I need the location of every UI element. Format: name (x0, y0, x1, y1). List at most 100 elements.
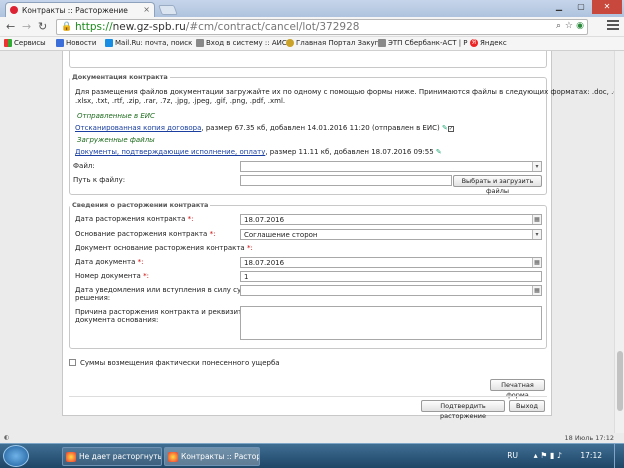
sent-files-heading: Отправленные в ЕИС (77, 112, 155, 120)
notification-date-label-line2: решения: (75, 294, 111, 302)
page-scrollbar[interactable] (614, 51, 624, 433)
loading-indicator-icon: ◐ (4, 434, 10, 441)
chrome-icon (168, 452, 178, 462)
reason-label-line1: Причина расторжения контракта и реквизит… (75, 308, 248, 316)
url-host: new.gz-spb.ru (112, 21, 186, 33)
damages-checkbox[interactable] (69, 359, 76, 366)
address-bar[interactable]: 🔒 https://new.gz-spb.ru/#cm/contract/can… (56, 19, 588, 35)
language-indicator[interactable]: RU (507, 451, 518, 460)
section-title: Документация контракта (72, 73, 168, 81)
forward-arrow-icon[interactable]: → (22, 20, 31, 33)
tab-title: Контракты :: Расторжение (22, 6, 128, 15)
extension-icon[interactable]: ◉ (576, 21, 584, 31)
file-label: Файл: (73, 162, 95, 170)
yandex-icon: Я (470, 39, 478, 47)
file-path-input[interactable] (240, 175, 452, 186)
show-desktop-button[interactable] (614, 444, 624, 468)
path-label: Путь к файлу: (73, 176, 126, 184)
page-icon (378, 39, 386, 47)
tab-close-icon[interactable]: × (143, 5, 150, 14)
url-path: /#cm/contract/cancel/lot/372928 (185, 21, 360, 33)
new-tab-button[interactable] (158, 5, 178, 15)
url-scheme: https:// (75, 21, 113, 33)
print-form-button[interactable]: Печатная форма (490, 379, 545, 399)
divider (69, 396, 547, 397)
bookmark-services[interactable]: Сервисы (4, 39, 46, 47)
bookmark-portal[interactable]: Главная Портал Закуп (286, 39, 379, 47)
minimize-icon[interactable]: ▁ (548, 0, 570, 14)
file-select[interactable]: ▾ (240, 161, 542, 172)
back-arrow-icon[interactable]: ← (6, 20, 15, 33)
document-number-label: Номер документа *: (75, 272, 149, 280)
chevron-down-icon[interactable]: ▾ (532, 230, 541, 239)
bookmark-news[interactable]: Новости (56, 39, 96, 47)
sent-check-icon: ✓ (447, 126, 454, 132)
reason-label-line2: документа основания: (75, 316, 159, 324)
bookmark-sberbank[interactable]: ЭТП Сбербанк-АСТ | Р (378, 39, 468, 47)
status-datetime: 18 Июль 17:12 (564, 434, 614, 442)
uploaded-file-link[interactable]: Документы, подтверждающие исполнение, оп… (75, 148, 265, 156)
cancel-date-label: Дата расторжения контракта *: (75, 215, 194, 223)
reload-icon[interactable]: ↻ (38, 20, 47, 33)
upload-files-button[interactable]: Выбрать и загрузить файлы (453, 175, 542, 195)
zoom-icon[interactable]: ⌕ (556, 21, 561, 31)
basis-document-label: Документ основание расторжения контракта… (75, 244, 253, 252)
lock-icon: 🔒 (61, 22, 73, 32)
calendar-icon[interactable]: ▦ (532, 286, 541, 295)
document-date-input[interactable]: 18.07.2016 ▦ (240, 257, 542, 268)
start-button[interactable] (3, 445, 29, 467)
bookmark-ais[interactable]: Вход в систему :: АИС (196, 39, 287, 47)
windows-taskbar: Не дает расторгнуть... Контракты :: Раст… (0, 443, 624, 468)
exit-button[interactable]: Выход (509, 400, 545, 412)
browser-tab-bar: Контракты :: Расторжение × ▁ ▢ ✕ (0, 0, 624, 17)
browser-toolbar: ← → ↻ 🔒 https://new.gz-spb.ru/#cm/contra… (0, 17, 624, 37)
sent-file-link[interactable]: Отсканированная копия договора (75, 124, 201, 132)
apps-grid-icon (4, 39, 12, 47)
browser-tab[interactable]: Контракты :: Расторжение × (5, 2, 155, 17)
damages-checkbox-label: Суммы возмещения фактически понесенного … (80, 359, 280, 367)
maximize-icon[interactable]: ▢ (570, 0, 592, 14)
uploaded-file-meta: , размер 11.11 кб, добавлен 18.07.2016 0… (265, 148, 434, 156)
upload-info-line2: .xlsx, .txt, .rtf, .zip, .rar, .7z, .jpg… (75, 97, 286, 105)
mailru-icon (105, 39, 113, 47)
taskbar-item-contracts[interactable]: Контракты :: Растор... (164, 447, 260, 466)
uploaded-file-row: Документы, подтверждающие исполнение, оп… (75, 148, 442, 156)
scrollbar-thumb[interactable] (617, 351, 623, 411)
sent-file-meta: , размер 67.35 кб, добавлен 14.01.2016 1… (201, 124, 440, 132)
bookmarks-bar: Сервисы Новости Mail.Ru: почта, поиск Вх… (0, 37, 624, 51)
site-favicon-icon (10, 6, 18, 14)
contract-cancel-form: Документация контракта Для размещения фа… (62, 51, 624, 420)
bookmark-yandex[interactable]: Я Яндекс (470, 39, 507, 47)
cancel-date-input[interactable]: 18.07.2016 ▦ (240, 214, 542, 225)
signature-icon: ✎ (435, 148, 442, 156)
upload-info-line1: Для размещения файлов документации загру… (75, 88, 624, 96)
page-icon (196, 39, 204, 47)
news-icon (56, 39, 64, 47)
chrome-icon (66, 452, 76, 462)
taskbar-clock[interactable]: 17:12 (580, 451, 602, 460)
window-controls: ▁ ▢ ✕ (548, 0, 622, 14)
bookmark-star-icon[interactable]: ☆ (565, 21, 573, 31)
cancel-basis-select[interactable]: Соглашение сторон ▾ (240, 229, 542, 240)
emblem-icon (286, 39, 294, 47)
status-strip: ◐ 18 Июль 17:12 (0, 433, 624, 443)
section-title: Сведения о расторжении контракта (72, 201, 209, 209)
document-number-input[interactable]: 1 (240, 271, 542, 282)
taskbar-item-thread[interactable]: Не дает расторгнуть... (62, 447, 162, 466)
close-window-icon[interactable]: ✕ (592, 0, 622, 14)
cancel-basis-label: Основание расторжения контракта *: (75, 230, 216, 238)
calendar-icon[interactable]: ▦ (532, 215, 541, 224)
confirm-cancellation-button[interactable]: Подтвердить расторжение (421, 400, 505, 420)
sent-file-row: Отсканированная копия договора, размер 6… (75, 124, 454, 132)
chevron-down-icon[interactable]: ▾ (532, 162, 541, 171)
page-viewport: Документация контракта Для размещения фа… (0, 51, 624, 433)
reason-textarea[interactable] (240, 306, 542, 340)
tray-icons[interactable]: ▴ ⚑ ▮ ♪ (534, 451, 562, 460)
chrome-menu-icon[interactable] (607, 20, 619, 32)
uploaded-files-heading: Загруженные файлы (77, 136, 155, 144)
document-date-label: Дата документа *: (75, 258, 144, 266)
notification-date-input[interactable]: ▦ (240, 285, 542, 296)
bookmark-mailru[interactable]: Mail.Ru: почта, поиск (105, 39, 192, 47)
calendar-icon[interactable]: ▦ (532, 258, 541, 267)
previous-section-edge (69, 51, 547, 68)
